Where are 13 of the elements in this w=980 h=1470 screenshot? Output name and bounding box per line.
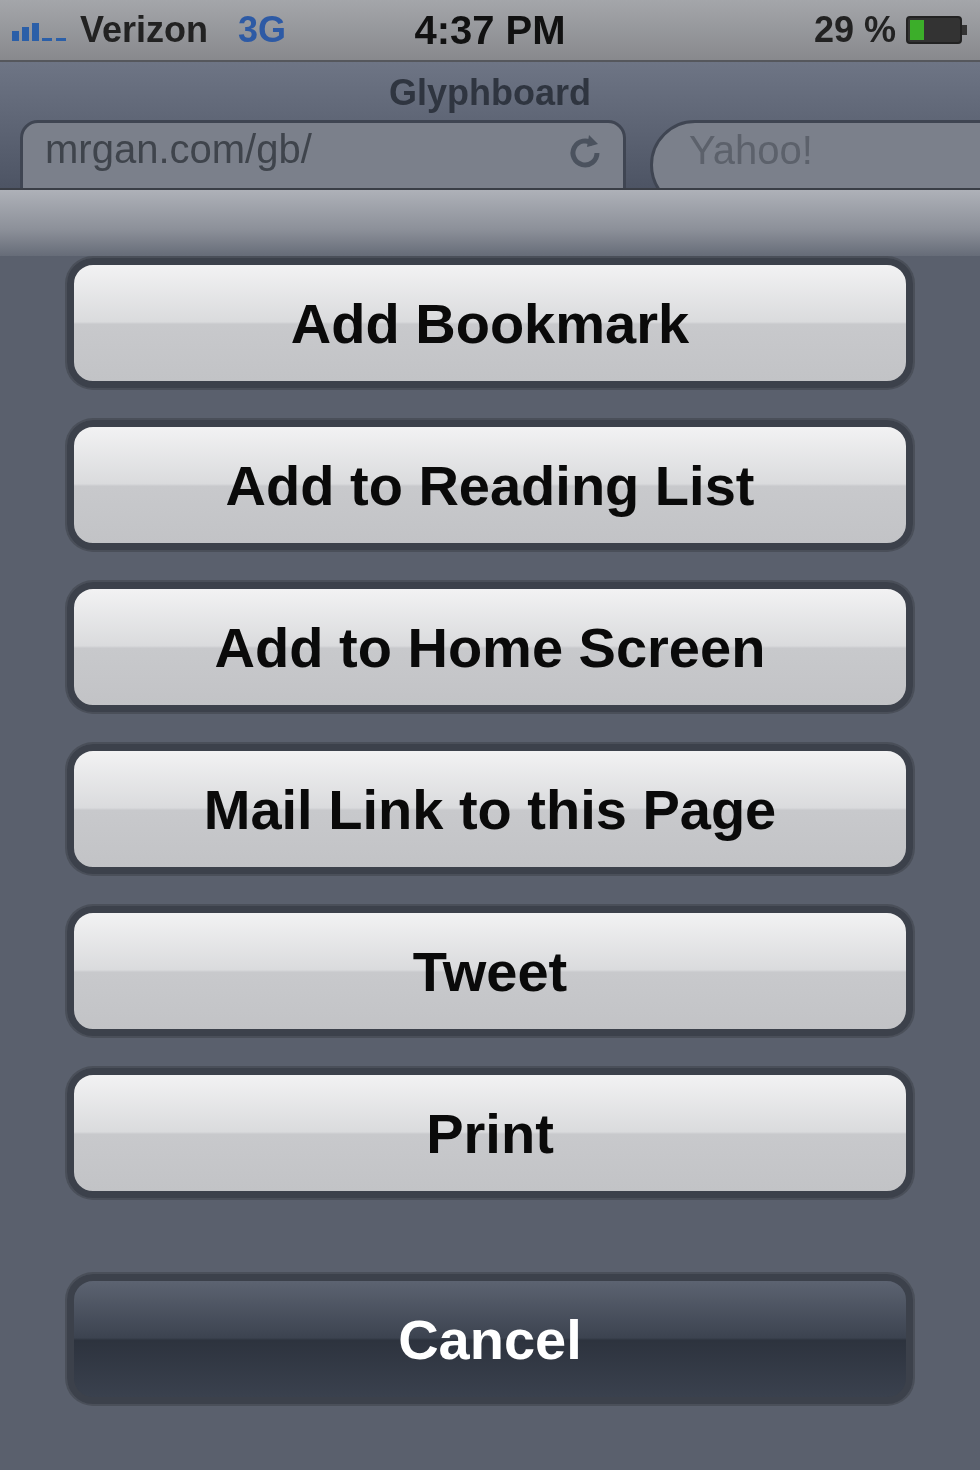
action-button[interactable]: Add to Home Screen (67, 582, 913, 712)
action-button[interactable]: Add to Reading List (67, 420, 913, 550)
action-button[interactable]: Mail Link to this Page (67, 744, 913, 874)
status-time: 4:37 PM (414, 7, 566, 53)
network-type: 3G (238, 9, 287, 51)
carrier-name: Verizon (80, 9, 209, 51)
battery-icon (906, 16, 968, 44)
battery-percent: 29 % (813, 9, 896, 51)
action-button[interactable]: Print (67, 1068, 913, 1198)
cancel-button[interactable]: Cancel (67, 1274, 913, 1404)
action-button[interactable]: Tweet (67, 906, 913, 1036)
action-button[interactable]: Add Bookmark (67, 258, 913, 388)
page-title: Glyphboard (388, 71, 592, 115)
